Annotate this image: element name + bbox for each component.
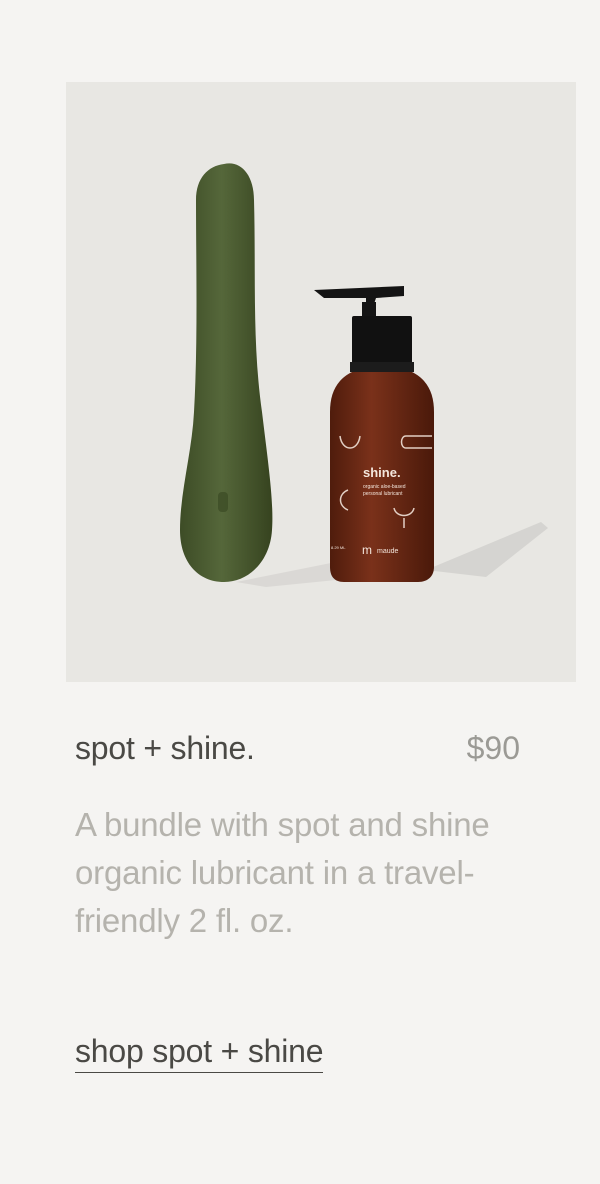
bottle-label-subtitle-2: personal lubricant bbox=[363, 491, 403, 497]
vibrator-image bbox=[180, 163, 273, 582]
product-title: spot + shine. bbox=[75, 730, 255, 766]
bottle-label-subtitle-1: organic aloe-based bbox=[363, 484, 406, 490]
bottle-label-name: shine. bbox=[363, 465, 401, 480]
shop-spot-shine-link[interactable]: shop spot + shine bbox=[75, 1033, 324, 1073]
product-card: shine. organic aloe-based personal lubri… bbox=[0, 0, 600, 1184]
bottle-label-volume: 8.29 ML bbox=[331, 545, 346, 550]
bottle-brand-logo-icon: m bbox=[362, 543, 372, 557]
product-photo: shine. organic aloe-based personal lubri… bbox=[180, 163, 548, 587]
product-price: $90 bbox=[466, 730, 520, 766]
bottle-image bbox=[314, 286, 434, 582]
product-description: A bundle with spot and shine organic lub… bbox=[75, 806, 490, 939]
bottle-brand-name: maude bbox=[377, 548, 399, 555]
product-image[interactable]: shine. organic aloe-based personal lubri… bbox=[66, 82, 576, 682]
